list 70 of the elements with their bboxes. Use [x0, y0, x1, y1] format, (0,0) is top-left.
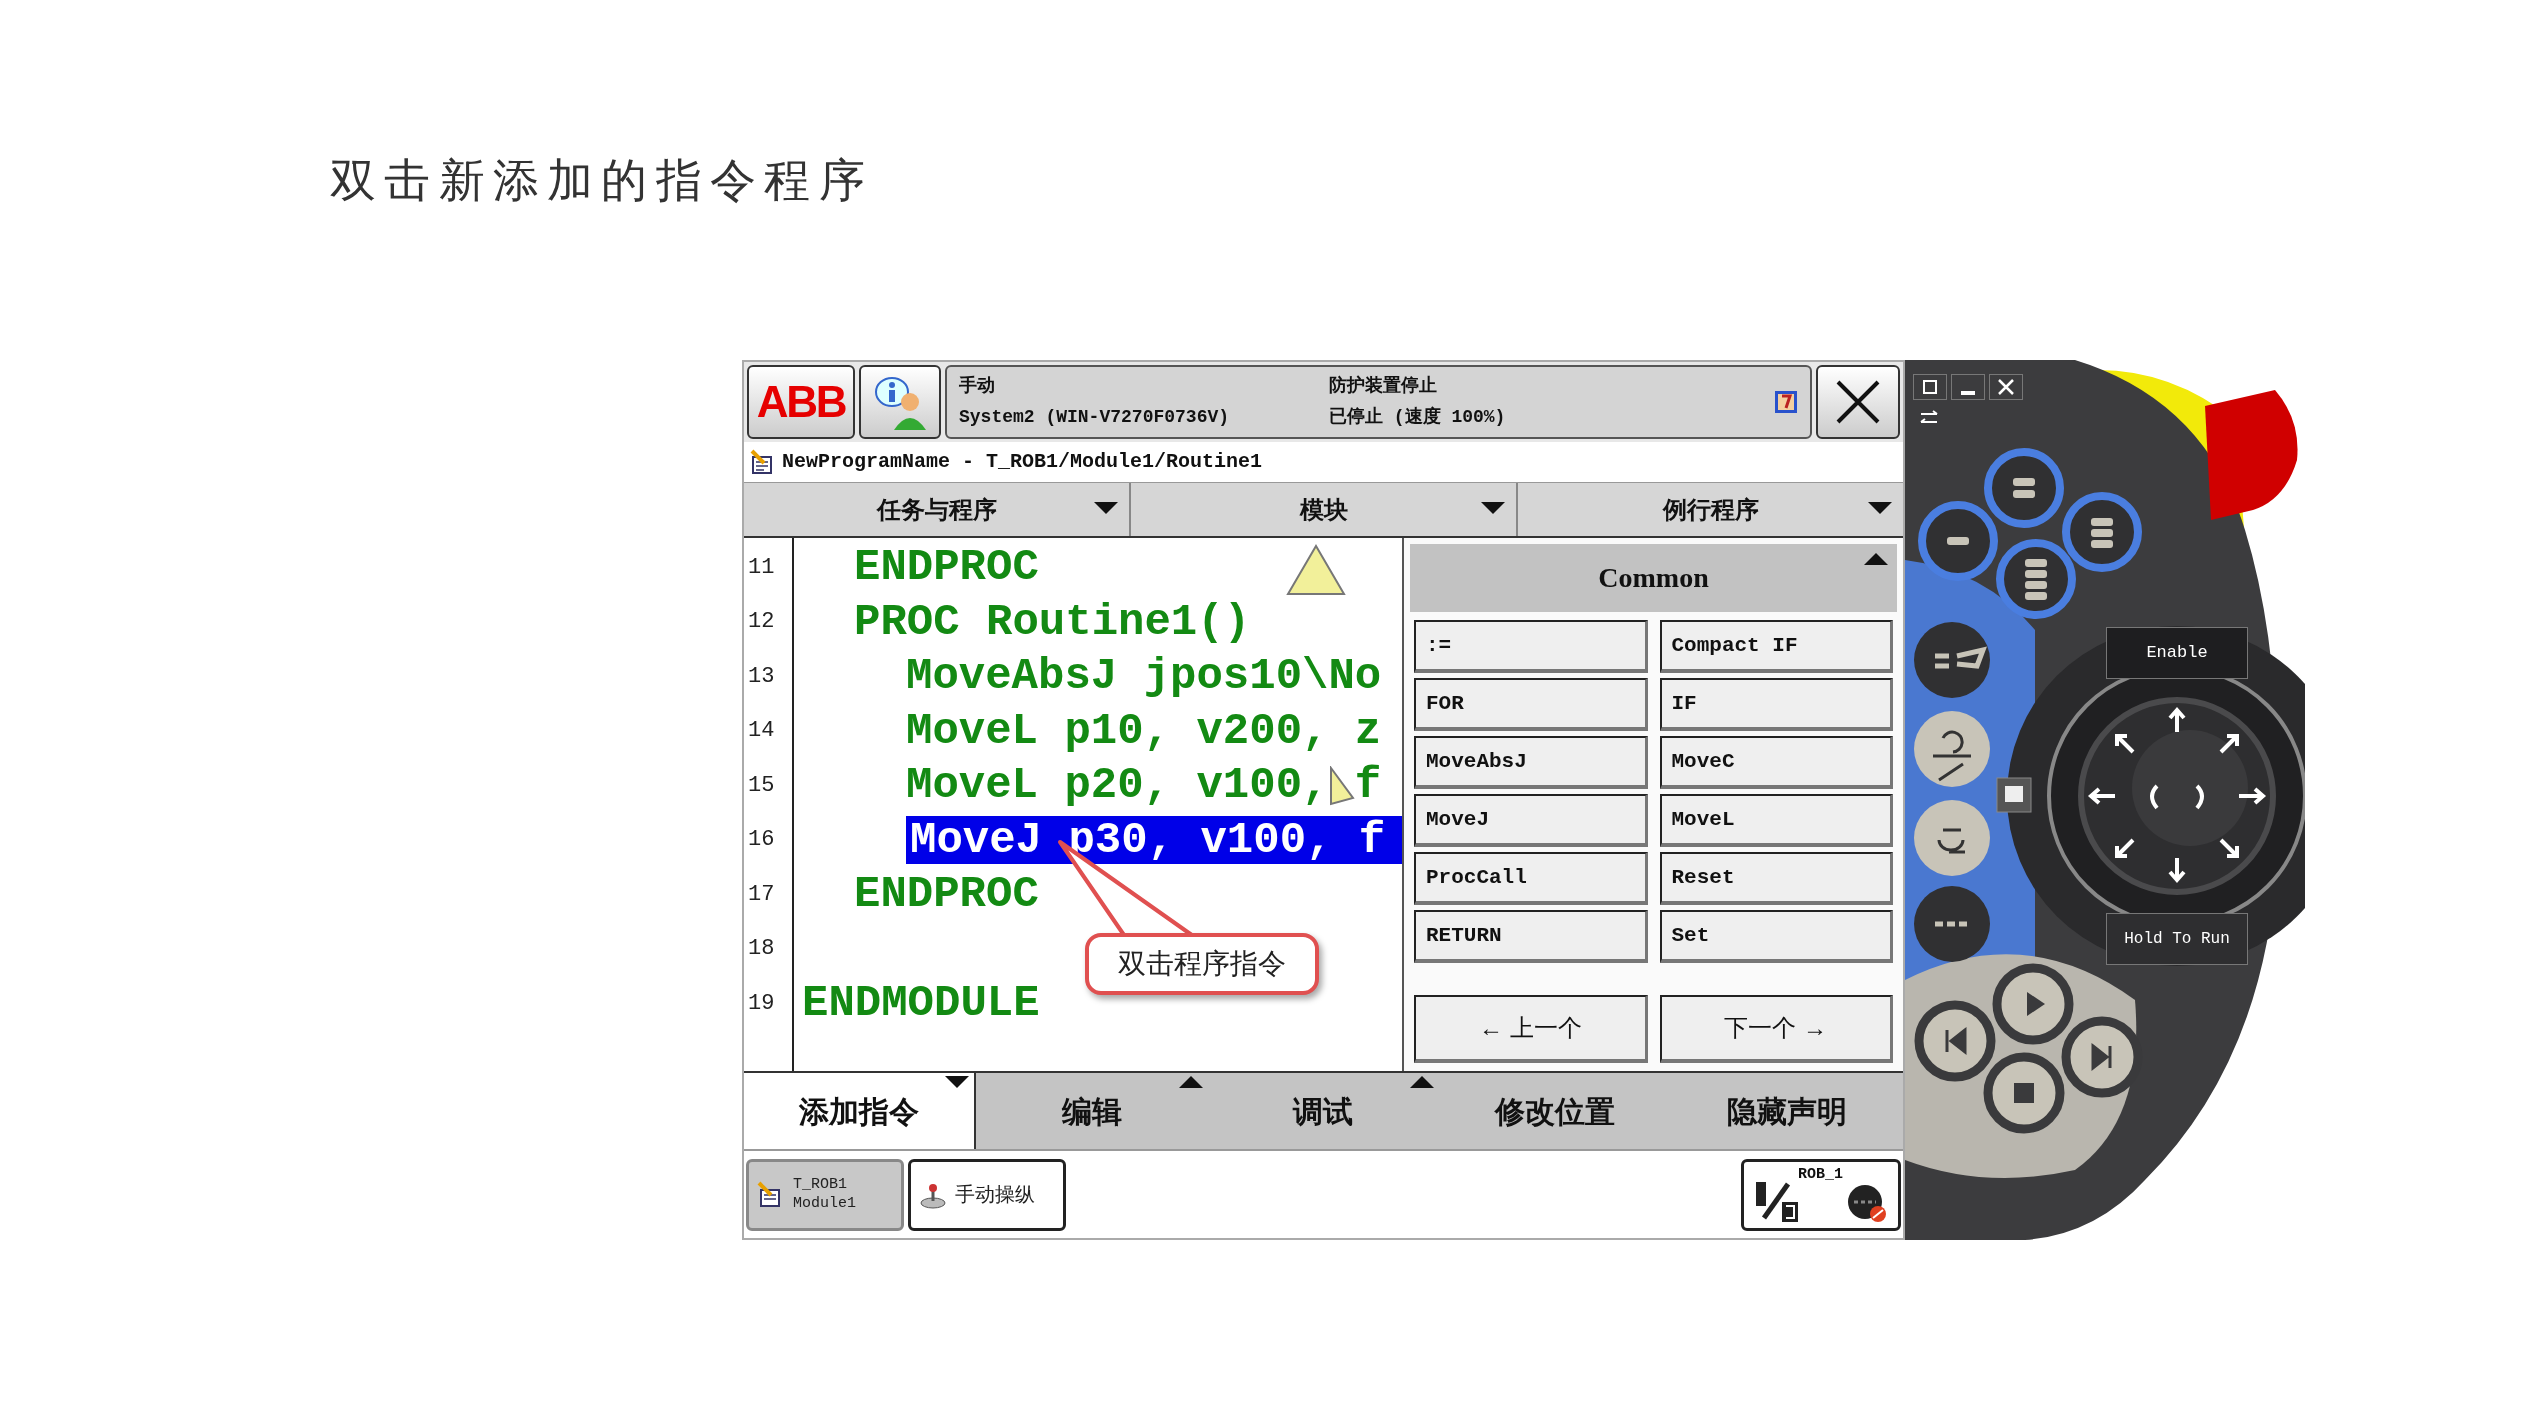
slide-title: 双击新添加的指令程序 [330, 152, 873, 208]
minimize-button[interactable] [1951, 374, 1985, 400]
run-state-text: 已停止 (速度 100%) [1329, 405, 1507, 429]
program-path: NewProgramName - T_ROB1/Module1/Routine1 [782, 449, 1263, 475]
safety-status-text: 防护装置停止 [1329, 374, 1438, 398]
instruction-button[interactable]: RETURN [1414, 910, 1648, 963]
info-button[interactable] [859, 365, 941, 439]
instruction-button[interactable]: FOR [1414, 678, 1648, 731]
instruction-button[interactable]: MoveAbsJ [1414, 736, 1648, 789]
enable-button[interactable]: Enable [2106, 627, 2248, 679]
abb-logo-button[interactable]: ABB [747, 365, 855, 439]
menu-dropdown[interactable]: 模块 [1129, 483, 1516, 536]
scroll-right-arrow-icon [1329, 766, 1355, 806]
hold-to-run-button[interactable]: Hold To Run [2106, 913, 2248, 965]
dropdown-arrow-icon [1480, 501, 1506, 515]
code-line[interactable]: MoveL p20, v100, f [906, 761, 1382, 810]
instruction-button[interactable]: MoveC [1659, 736, 1893, 789]
mode-text: 手动 [959, 374, 996, 398]
line-number: 15 [747, 771, 776, 800]
code-line[interactable]: ENDPROC [854, 543, 1039, 592]
menu-up-arrow-icon [1409, 1075, 1436, 1089]
restore-window-button[interactable] [1913, 374, 1947, 400]
menu-tab[interactable]: 添加指令 [744, 1073, 976, 1149]
line-number: 18 [747, 935, 776, 964]
minimize-icon [1961, 391, 1975, 395]
instruction-button[interactable]: Compact IF [1659, 620, 1893, 673]
event-log-icon [1774, 390, 1798, 414]
line-number: 17 [747, 880, 776, 909]
system-name-text: System2 (WIN-V7270F0736V) [959, 406, 1231, 429]
close-pendant-button[interactable] [1989, 374, 2023, 400]
instruction-button[interactable]: IF [1659, 678, 1893, 731]
dropdown-arrow-icon [1867, 501, 1893, 515]
collapse-arrow-icon [1863, 552, 1889, 566]
line-number: 12 [747, 608, 776, 637]
dropdown-arrow-icon [1093, 501, 1119, 515]
scroll-up-arrow-icon [1286, 544, 1346, 596]
code-line[interactable]: ENDPROC [854, 870, 1039, 919]
callout: 双击程序指令 [1085, 933, 1319, 995]
menu-up-arrow-icon [1177, 1075, 1204, 1089]
line-number: 14 [747, 717, 776, 746]
instruction-button[interactable]: MoveJ [1414, 794, 1648, 847]
menu-dropdown[interactable]: 例行程序 [1516, 483, 1903, 536]
menu-dropdown[interactable]: 任务与程序 [744, 483, 1129, 536]
robot-label: ROB_1 [1798, 1164, 1843, 1185]
line-number: 11 [747, 553, 776, 582]
taskbar-button[interactable]: 手动操纵 [908, 1158, 1066, 1231]
code-line[interactable]: PROC Routine1() [854, 597, 1251, 646]
instruction-button[interactable]: Set [1659, 910, 1893, 963]
swap-arrows-icon [1919, 410, 1939, 426]
close-icon [1834, 378, 1882, 426]
category-header[interactable]: Common [1410, 544, 1897, 612]
code-line[interactable]: MoveL p10, v200, z [906, 706, 1382, 755]
line-number: 19 [747, 989, 776, 1018]
instruction-button[interactable]: MoveL [1659, 794, 1893, 847]
code-line[interactable]: MoveAbsJ jpos10\No [906, 652, 1382, 701]
close-button[interactable] [1816, 365, 1900, 439]
code-line[interactable]: ENDMODULE [802, 979, 1040, 1028]
quickset-button[interactable]: ROB_1 [1741, 1158, 1901, 1231]
instruction-button[interactable]: := [1414, 620, 1648, 673]
category-title: Common [1598, 561, 1709, 595]
taskbar-button[interactable]: T_ROB1 Module1 [746, 1158, 904, 1231]
line-number: 13 [747, 662, 776, 691]
menu-down-arrow-icon [943, 1075, 970, 1089]
instruction-button[interactable]: Reset [1659, 852, 1893, 905]
instruction-button[interactable]: ProcCall [1414, 852, 1648, 905]
line-number: 16 [747, 826, 776, 855]
square-icon [1923, 380, 1937, 394]
page-nav-button[interactable]: 下一个 → [1659, 995, 1893, 1063]
close-icon [1998, 379, 2014, 395]
page-nav-button[interactable]: ← 上一个 [1414, 995, 1648, 1063]
